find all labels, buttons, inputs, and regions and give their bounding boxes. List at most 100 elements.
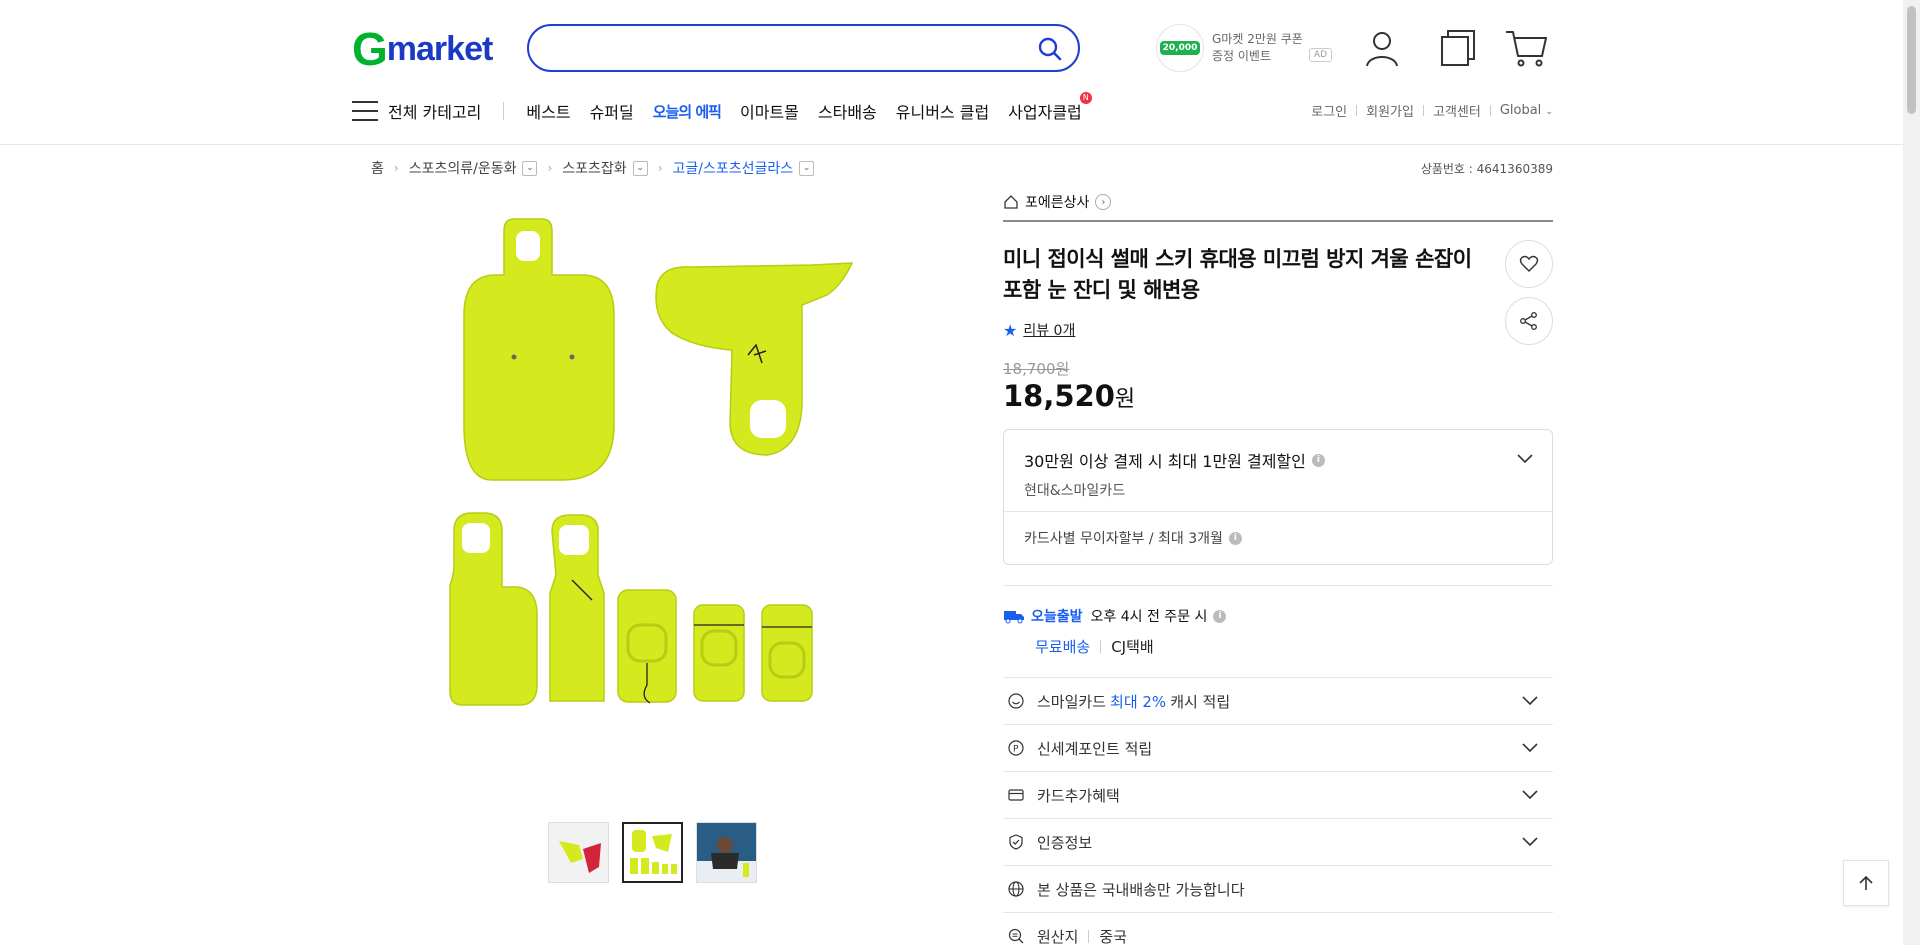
thumbnail-3[interactable] <box>696 822 757 883</box>
global-link[interactable]: Global ⌄ <box>1500 103 1553 118</box>
nav-superdeal[interactable]: 슈퍼딜 <box>590 99 634 123</box>
global-nav: 전체 카테고리 베스트 슈퍼딜 오늘의 에픽 이마트몰 스타배송 유니버스 클럽… <box>352 92 1101 126</box>
logo-g: G <box>352 23 388 75</box>
card-discount-title: 30만원 이상 결제 시 최대 1만원 결제할인 <box>1024 452 1306 471</box>
home-icon <box>1004 195 1018 209</box>
card-icon <box>1007 786 1025 804</box>
chevron-right-icon: › <box>393 161 399 175</box>
domestic-only-row: 본 상품은 국내배송만 가능합니다 <box>1003 865 1553 912</box>
free-shipping: 무료배송 <box>1035 638 1091 656</box>
card-benefit-box: 30만원 이상 결제 시 최대 1만원 결제할인 i 현대&스마일카드 카드사별 … <box>1003 429 1553 565</box>
nav-best[interactable]: 베스트 <box>526 99 570 123</box>
chevron-down-icon <box>1522 743 1538 753</box>
shipping-condition: 오후 4시 전 주문 시 <box>1090 609 1208 625</box>
review-summary: ★ 리뷰 0개 <box>1003 320 1553 340</box>
smilecard-rate: 최대 2% <box>1110 692 1167 711</box>
shinsegae-point-row[interactable]: P 신세계포인트 적립 <box>1003 724 1553 771</box>
card-extra-benefit-row[interactable]: 카드추가혜택 <box>1003 771 1553 818</box>
nav-business-club-label: 사업자클럽 <box>1008 103 1082 122</box>
ad-badge: AD <box>1308 48 1332 62</box>
chevron-down-icon <box>1522 696 1538 706</box>
breadcrumb-dropdown-icon[interactable]: ⌄ <box>632 160 648 176</box>
origin-value: 중국 <box>1099 927 1128 945</box>
installment-text: 카드사별 무이자할부 / 최대 3개월 <box>1024 531 1223 547</box>
search-doc-icon <box>1007 927 1025 945</box>
card-discount-toggle[interactable]: 30만원 이상 결제 시 최대 1만원 결제할인 i 현대&스마일카드 <box>1004 430 1552 512</box>
util-links: 로그인 회원가입 고객센터 Global ⌄ <box>1311 101 1553 120</box>
truck-icon <box>1004 611 1024 624</box>
shipping-info: 오늘출발 오후 4시 전 주문 시 i 무료배송 CJ택배 <box>1003 606 1553 677</box>
nav-universe-club[interactable]: 유니버스 클럽 <box>896 99 989 123</box>
breadcrumb-dropdown-icon[interactable]: ⌄ <box>799 160 815 176</box>
nav-star-delivery[interactable]: 스타배송 <box>818 99 877 123</box>
scroll-to-top-button[interactable] <box>1843 860 1889 906</box>
shield-check-icon <box>1007 833 1025 851</box>
recent-viewed-icon[interactable] <box>1438 28 1478 68</box>
login-link[interactable]: 로그인 <box>1311 101 1347 120</box>
customer-center-link[interactable]: 고객센터 <box>1433 101 1481 120</box>
breadcrumb-goggles[interactable]: 고글/스포츠선글라스 <box>673 158 794 178</box>
origin-label: 원산지 <box>1037 927 1079 945</box>
product-main-image[interactable] <box>432 205 872 765</box>
promo-amount: 20,000 <box>1159 41 1201 55</box>
breadcrumb: 홈 › 스포츠의류/운동화 ⌄ › 스포츠잡화 ⌄ › 고글/스포츠선글라스 ⌄ <box>371 158 815 178</box>
search-input[interactable] <box>549 36 999 60</box>
coupon-promo-banner[interactable]: 20,000 G마켓 2만원 쿠폰 증정 이벤트 AD <box>1156 24 1332 72</box>
point-icon: P <box>1007 739 1025 757</box>
info-icon[interactable]: i <box>1228 531 1242 545</box>
heart-icon <box>1519 255 1539 272</box>
share-button[interactable] <box>1505 297 1553 345</box>
smilecard-suffix: 캐시 적립 <box>1170 692 1231 711</box>
arrow-up-icon <box>1859 875 1873 890</box>
new-badge: N <box>1079 92 1092 104</box>
certification-row[interactable]: 인증정보 <box>1003 818 1553 865</box>
cert-label: 인증정보 <box>1037 833 1093 852</box>
header: Gmarket 20,000 G마켓 2만원 쿠폰 증정 이벤트 AD 전체 카… <box>0 0 1920 145</box>
star-icon: ★ <box>1003 320 1018 340</box>
my-account-icon[interactable] <box>1362 28 1402 68</box>
seller-link[interactable]: 포에른상사 › <box>1003 190 1553 222</box>
sale-price-value: 18,520 <box>1003 379 1115 413</box>
nav-today-epic[interactable]: 오늘의 에픽 <box>653 101 722 122</box>
smilecard-cash-row[interactable]: 스마일카드 최대 2% 캐시 적립 <box>1003 677 1553 724</box>
breadcrumb-home[interactable]: 홈 <box>371 158 384 178</box>
today-delivery-badge: 오늘출발 <box>1003 606 1083 626</box>
nav-business-club[interactable]: 사업자클럽 N <box>1008 92 1092 123</box>
info-icon[interactable]: i <box>1213 609 1227 623</box>
coupon-icon: 20,000 <box>1156 24 1204 72</box>
info-icon[interactable]: i <box>1311 453 1325 467</box>
signup-link[interactable]: 회원가입 <box>1366 101 1414 120</box>
hamburger-icon <box>352 101 378 121</box>
smilecard-label: 스마일카드 <box>1037 692 1107 711</box>
breadcrumb-sports-goods[interactable]: 스포츠잡화 <box>562 158 626 178</box>
chevron-down-icon <box>1522 837 1538 847</box>
promo-line2: 증정 이벤트 <box>1212 49 1272 63</box>
globe-icon <box>1007 880 1025 898</box>
courier: CJ택배 <box>1111 638 1154 656</box>
product-info-panel: 포에른상사 › 미니 접이식 썰매 스키 휴대용 미끄럼 방지 겨울 손잡이 포… <box>1003 190 1553 945</box>
logo-text: market <box>386 29 494 68</box>
chevron-right-icon: › <box>547 161 553 175</box>
chevron-down-icon: ⌄ <box>1545 107 1553 117</box>
chevron-down-icon <box>1522 790 1538 800</box>
chevron-right-icon: › <box>1095 194 1112 210</box>
domestic-label: 본 상품은 국내배송만 가능합니다 <box>1037 880 1245 899</box>
search-icon[interactable] <box>1036 35 1064 63</box>
page-scrollbar[interactable] <box>1903 0 1920 945</box>
wishlist-button[interactable] <box>1505 240 1553 288</box>
cart-icon[interactable] <box>1504 28 1547 68</box>
svg-text:P: P <box>1013 745 1019 755</box>
sale-price: 18,520원 <box>1003 379 1553 413</box>
sale-price-unit: 원 <box>1114 387 1136 412</box>
breadcrumb-sports-wear[interactable]: 스포츠의류/운동화 <box>409 158 517 178</box>
nav-emart[interactable]: 이마트몰 <box>740 99 799 123</box>
original-price: 18,700원 <box>1003 360 1070 378</box>
thumbnail-1[interactable] <box>548 822 609 883</box>
thumbnail-2[interactable] <box>622 822 683 883</box>
all-category-button[interactable]: 전체 카테고리 <box>352 99 481 123</box>
gmarket-logo[interactable]: Gmarket <box>352 23 494 75</box>
breadcrumb-dropdown-icon[interactable]: ⌄ <box>522 160 538 176</box>
chevron-right-icon: › <box>657 161 663 175</box>
review-link[interactable]: 리뷰 0개 <box>1023 320 1075 340</box>
share-icon <box>1520 312 1537 330</box>
